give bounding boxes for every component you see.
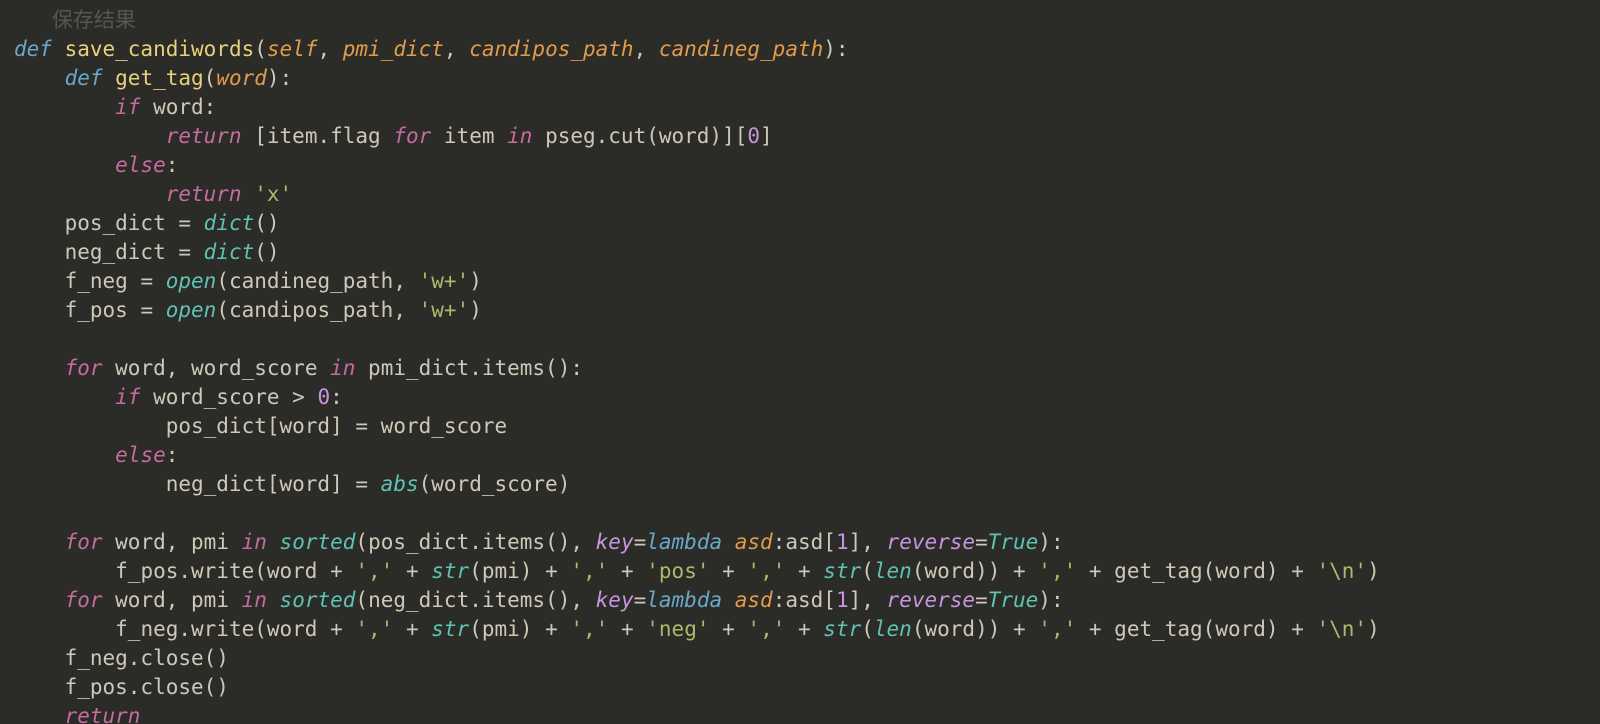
return-keyword: return xyxy=(65,704,141,724)
builtin-true: True xyxy=(988,588,1039,612)
builtin-open: open xyxy=(166,298,217,322)
for-keyword: for xyxy=(65,356,116,380)
return-keyword: return xyxy=(166,124,255,148)
string-wplus: 'w+' xyxy=(419,298,470,322)
param-candipos_path: candipos_path xyxy=(469,37,633,61)
return-keyword: return xyxy=(166,182,255,206)
string-wplus: 'w+' xyxy=(419,269,470,293)
builtin-dict: dict xyxy=(204,240,255,264)
builtin-true: True xyxy=(988,530,1039,554)
lambda-arg: asd xyxy=(735,588,773,612)
builtin-str: str xyxy=(431,617,469,641)
builtin-len: len xyxy=(874,559,912,583)
lambda-keyword: lambda xyxy=(646,530,735,554)
param-self: self xyxy=(267,37,318,61)
func-get_tag: get_tag xyxy=(115,66,204,90)
builtin-dict: dict xyxy=(204,211,255,235)
stmt-fpos-close: f_pos.close() xyxy=(65,675,229,699)
code-editor[interactable]: 保存结果 def save_candiwords(self, pmi_dict,… xyxy=(0,0,1600,724)
builtin-abs: abs xyxy=(381,472,419,496)
in-keyword: in xyxy=(242,588,280,612)
lambda-keyword: lambda xyxy=(646,588,735,612)
string-x: 'x' xyxy=(254,182,292,206)
builtin-str: str xyxy=(431,559,469,583)
builtin-open: open xyxy=(166,269,217,293)
param-pmi_dict: pmi_dict xyxy=(343,37,444,61)
kwarg-reverse: reverse xyxy=(887,530,976,554)
param-word: word xyxy=(216,66,267,90)
in-keyword: in xyxy=(330,356,368,380)
builtin-str: str xyxy=(823,559,861,583)
if-keyword: if xyxy=(115,385,153,409)
else-keyword: else xyxy=(115,443,166,467)
in-keyword: in xyxy=(507,124,545,148)
faded-comment: 保存结果 xyxy=(14,8,136,32)
in-keyword: in xyxy=(242,530,280,554)
stmt-fneg-close: f_neg.close() xyxy=(65,646,229,670)
kwarg-key: key xyxy=(596,588,634,612)
builtin-sorted: sorted xyxy=(280,588,356,612)
param-candineg_path: candineg_path xyxy=(659,37,823,61)
lambda-arg: asd xyxy=(735,530,773,554)
for-keyword: for xyxy=(393,124,444,148)
def-keyword: def xyxy=(14,37,65,61)
func-save_candiwords: save_candiwords xyxy=(65,37,255,61)
def-keyword: def xyxy=(65,66,116,90)
for-keyword: for xyxy=(65,530,116,554)
if-keyword: if xyxy=(115,95,153,119)
for-keyword: for xyxy=(65,588,116,612)
builtin-sorted: sorted xyxy=(280,530,356,554)
kwarg-reverse: reverse xyxy=(887,588,976,612)
kwarg-key: key xyxy=(596,530,634,554)
builtin-len: len xyxy=(874,617,912,641)
else-keyword: else xyxy=(115,153,166,177)
builtin-str: str xyxy=(823,617,861,641)
